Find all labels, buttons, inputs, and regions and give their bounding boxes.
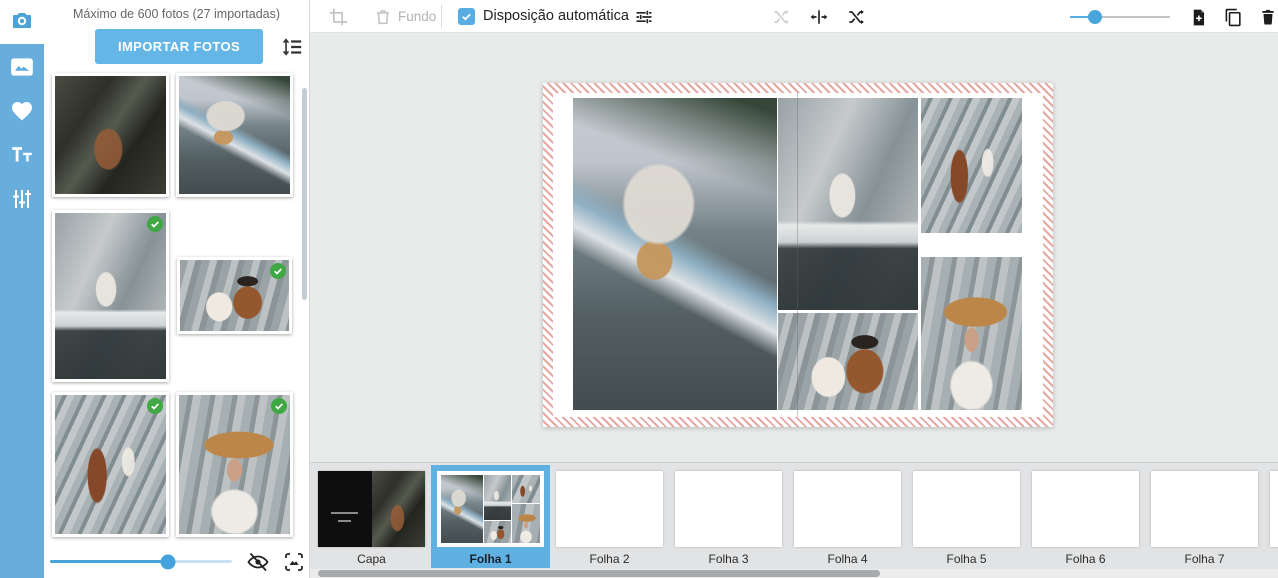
photo-thumbnail — [55, 213, 166, 379]
page-thumbnail — [556, 471, 663, 547]
book-spread — [543, 83, 1053, 427]
page-label: Folha 6 — [1065, 552, 1105, 566]
swap-disabled-icon — [770, 6, 792, 28]
toolbar-divider — [441, 5, 442, 28]
mini-collage — [440, 474, 541, 544]
filmstrip-page-5[interactable]: Folha 5 — [907, 465, 1026, 568]
filmstrip-page-4[interactable]: Folha 4 — [788, 465, 907, 568]
background-label: Fundo — [398, 9, 436, 24]
favorites-heart-icon — [10, 99, 34, 128]
library-photo[interactable] — [52, 210, 169, 382]
page-thumbnail — [675, 471, 782, 547]
filmstrip-scrollbar-thumb[interactable] — [318, 570, 880, 577]
rail-item-photos[interactable] — [5, 52, 39, 86]
photos-icon — [9, 54, 35, 85]
page-label: Capa — [357, 552, 386, 566]
photo-used-check-icon — [270, 263, 286, 279]
filmstrip-page-7[interactable]: Folha 7 — [1145, 465, 1264, 568]
editor-toolbar: Fundo Disposição automática — [310, 0, 1278, 33]
pages-filmstrip: Capa Folha 1 Folha 2 Folha 3 — [310, 462, 1278, 569]
fit-image-icon[interactable] — [282, 550, 306, 574]
library-photo[interactable] — [176, 392, 293, 537]
rail-body — [0, 44, 44, 578]
filmstrip-scrollbar-track[interactable] — [310, 569, 1278, 578]
library-scrollbar[interactable] — [302, 88, 307, 300]
filmstrip-page-cover[interactable]: Capa — [312, 465, 431, 568]
import-photos-button[interactable]: IMPORTAR FOTOS — [95, 29, 263, 64]
spread-photo[interactable] — [573, 98, 777, 410]
canvas[interactable] — [310, 33, 1278, 462]
editor-area: Fundo Disposição automática — [310, 0, 1278, 578]
camera-tab[interactable] — [0, 0, 44, 44]
rail-item-filters[interactable] — [5, 184, 39, 218]
hide-used-eye-off-icon[interactable] — [246, 550, 270, 574]
filmstrip-page-3[interactable]: Folha 3 — [669, 465, 788, 568]
rail-item-text[interactable] — [5, 140, 39, 174]
swap-horizontal-icon[interactable] — [808, 6, 830, 28]
auto-layout-label: Disposição automática — [483, 8, 629, 24]
spread-fold-line — [797, 93, 798, 417]
photo-thumbnail — [179, 76, 290, 194]
page-label: Folha 7 — [1184, 552, 1224, 566]
cover-title-area — [318, 471, 372, 547]
photo-used-check-icon — [147, 398, 163, 414]
sort-icon[interactable] — [281, 36, 303, 58]
page-thumbnail — [318, 471, 425, 547]
auto-layout-checkbox[interactable] — [458, 8, 475, 25]
icon-rail — [0, 0, 44, 578]
add-page-icon[interactable] — [1187, 6, 1209, 28]
spread-photo[interactable] — [921, 257, 1022, 410]
photo-library-panel: Máximo de 600 fotos (27 importadas) IMPO… — [44, 0, 310, 578]
trash-outline-icon — [372, 6, 394, 28]
photo-thumbnail — [179, 395, 290, 534]
tune-icon[interactable] — [633, 6, 655, 28]
page-label: Folha 2 — [589, 552, 629, 566]
spread-photo[interactable] — [778, 98, 918, 310]
filmstrip-page-2[interactable]: Folha 2 — [550, 465, 669, 568]
page-label: Folha 3 — [708, 552, 748, 566]
library-photo[interactable] — [52, 392, 169, 537]
spread-photo[interactable] — [778, 313, 918, 410]
shuffle-icon[interactable] — [845, 6, 867, 28]
delete-page-icon[interactable] — [1257, 6, 1278, 28]
spread-photo[interactable] — [921, 98, 1022, 233]
page-thumbnail — [437, 471, 544, 547]
max-photos-text: Máximo de 600 fotos (27 importadas) — [44, 7, 309, 21]
cover-photo — [372, 471, 426, 547]
photo-thumbnail — [55, 395, 166, 534]
filmstrip-page-partial[interactable] — [1264, 465, 1278, 568]
page-label: Folha 1 — [469, 552, 511, 566]
page-label: Folha 4 — [827, 552, 867, 566]
library-photo[interactable] — [176, 73, 293, 197]
filmstrip-page-6[interactable]: Folha 6 — [1026, 465, 1145, 568]
thumbnail-size-slider[interactable] — [50, 560, 232, 563]
canvas-zoom-slider[interactable] — [1070, 16, 1170, 18]
filters-icon — [10, 187, 34, 216]
library-footer — [44, 545, 309, 578]
library-photo[interactable] — [52, 73, 169, 197]
rail-item-favorites[interactable] — [5, 96, 39, 130]
photo-used-check-icon — [271, 398, 287, 414]
page-thumbnail — [794, 471, 901, 547]
library-photo[interactable] — [177, 257, 292, 334]
page-thumbnail — [913, 471, 1020, 547]
text-tool-icon — [9, 142, 35, 173]
photo-thumbnail — [55, 76, 166, 194]
filmstrip-page-1[interactable]: Folha 1 — [431, 465, 550, 568]
page-label: Folha 5 — [946, 552, 986, 566]
slider-thumb[interactable] — [1088, 10, 1102, 24]
camera-icon — [10, 8, 34, 37]
page-thumbnail — [1270, 471, 1278, 547]
page-thumbnail — [1151, 471, 1258, 547]
duplicate-page-icon[interactable] — [1222, 6, 1244, 28]
crop-icon — [327, 6, 349, 28]
photobook-editor-app: Máximo de 600 fotos (27 importadas) IMPO… — [0, 0, 1278, 578]
photo-used-check-icon — [147, 216, 163, 232]
page-thumbnail — [1032, 471, 1139, 547]
slider-thumb[interactable] — [161, 554, 176, 569]
